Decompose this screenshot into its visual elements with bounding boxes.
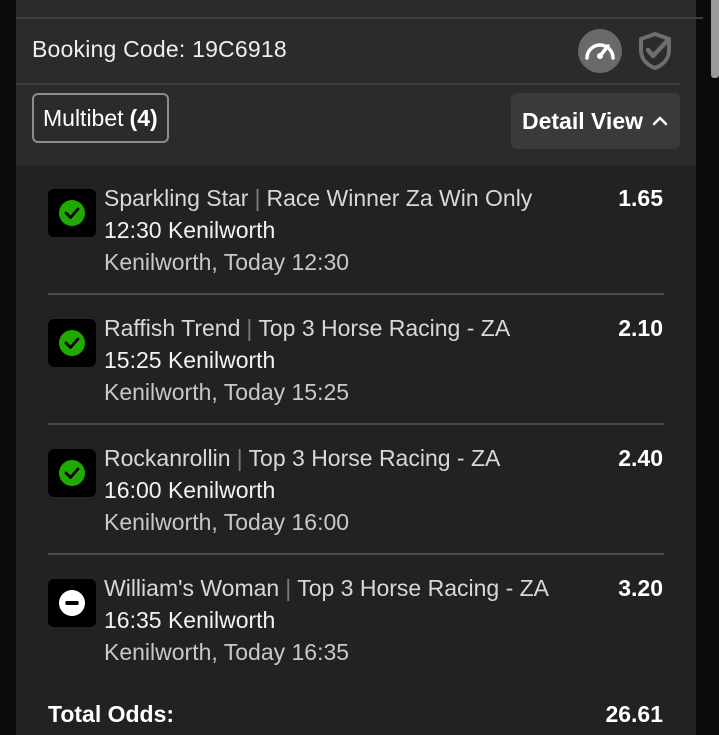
leg-selection: Rockanrollin [104,445,231,471]
booking-code: Booking Code: 19C6918 [32,36,287,63]
check-circle-icon [59,460,85,486]
leg-event: 12:30 Kenilworth [104,217,276,243]
leg-venue-time: Kenilworth, Today 12:30 [104,249,350,275]
minus-circle-icon [59,590,85,616]
leg-status [48,579,96,627]
leg-event: 16:00 Kenilworth [104,477,276,503]
leg-selection: William's Woman [104,575,280,601]
leg-venue-time: Kenilworth, Today 15:25 [104,379,350,405]
leg-venue-time: Kenilworth, Today 16:00 [104,509,350,535]
booking-code-value[interactable]: 19C6918 [192,36,287,62]
leg-market: Top 3 Horse Racing - ZA [258,315,511,341]
leg-selection: Raffish Trend [104,315,241,341]
bet-legs-list: Sparkling Star | Race Winner Za Win Only 1… [16,165,696,735]
clipped-header-text [30,0,670,6]
chevron-up-icon [652,116,668,126]
scrollbar[interactable] [711,0,719,78]
leg-odds: 2.40 [618,445,663,471]
bet-leg[interactable]: Rockanrollin | Top 3 Horse Racing - ZA 16:… [16,425,696,555]
leg-selection: Sparkling Star [104,185,249,211]
detail-view-button[interactable]: Detail View [511,93,680,149]
leg-status [48,189,96,237]
leg-market: Top 3 Horse Racing - ZA [248,445,501,471]
top-divider [16,17,703,19]
bet-leg[interactable]: Sparkling Star | Race Winner Za Win Only 1… [16,165,696,295]
speedometer-icon [585,43,615,60]
leg-event: 15:25 Kenilworth [104,347,276,373]
check-circle-icon [59,200,85,226]
speedometer-button[interactable] [578,29,622,73]
header-divider [16,83,680,85]
leg-odds: 1.65 [618,185,663,211]
total-odds-label: Total Odds: [48,701,175,727]
leg-market: Race Winner Za Win Only [266,185,533,211]
bet-leg[interactable]: Raffish Trend | Top 3 Horse Racing - ZA 15… [16,295,696,425]
bet-leg[interactable]: William's Woman | Top 3 Horse Racing - ZA … [16,555,696,685]
leg-event: 16:35 Kenilworth [104,607,276,633]
leg-odds: 2.10 [618,315,663,341]
leg-status [48,319,96,367]
check-circle-icon [59,330,85,356]
leg-status [48,449,96,497]
booking-code-label: Booking Code: [32,36,186,62]
multibet-label: Multibet [43,104,124,131]
multibet-badge: Multibet (4) [32,93,169,143]
total-odds-value: 26.61 [605,701,663,727]
leg-venue-time: Kenilworth, Today 16:35 [104,639,350,665]
leg-odds: 3.20 [618,575,663,601]
detail-view-label: Detail View [521,107,644,134]
multibet-count: (4) [129,104,158,131]
leg-market: Top 3 Horse Racing - ZA [297,575,550,601]
shield-check-icon[interactable] [634,30,676,72]
